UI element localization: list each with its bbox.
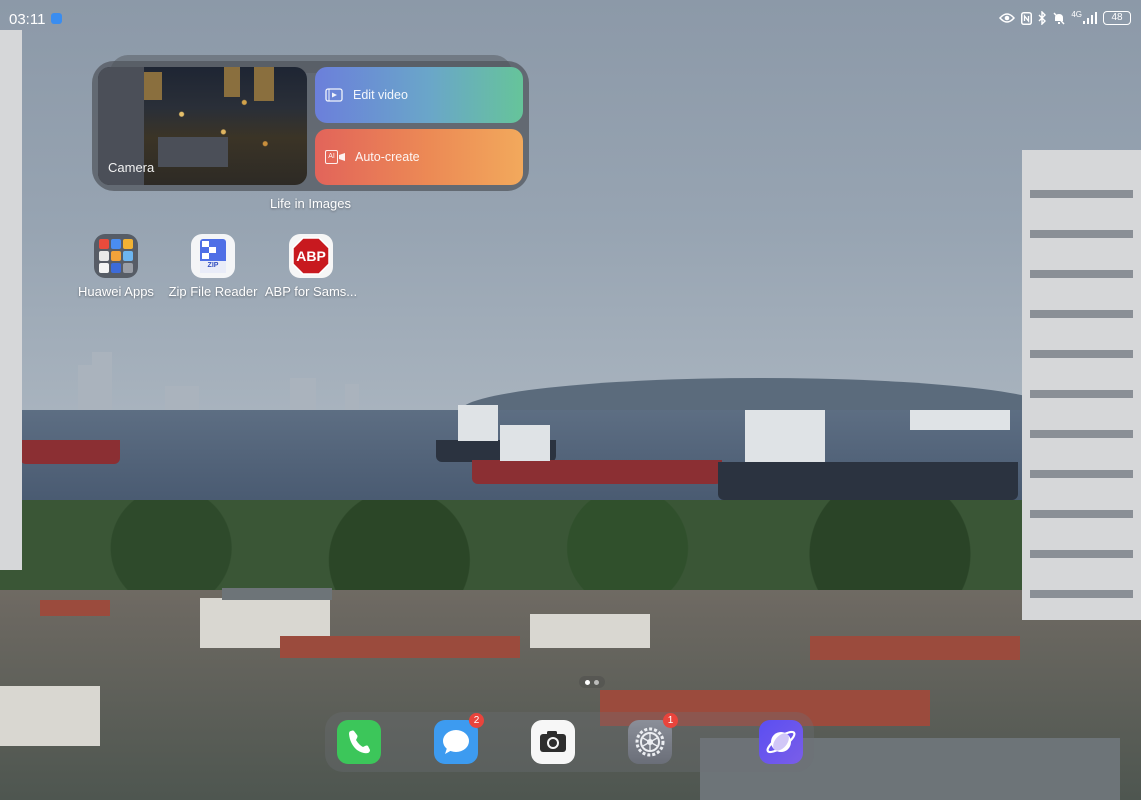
signal-icon [1083,12,1097,24]
zip-file-icon: ZIP [191,234,235,278]
dock-messages[interactable]: 2 [434,713,484,764]
ai-badge-text: AI [325,150,338,164]
app-abp-for-samsung[interactable]: ABP ABP for Sams... [261,234,361,299]
dock: 2 1 [325,712,814,772]
messages-badge: 2 [469,713,484,728]
battery-level: 48 [1111,12,1123,23]
zip-icon-text: ZIP [207,262,219,269]
roof [40,600,110,616]
settings-badge: 1 [663,713,678,728]
life-in-images-widget[interactable]: Camera Edit video AI Auto-create [92,61,529,191]
battery-indicator: 48 [1103,11,1131,25]
distant-building [165,386,199,410]
edit-video-button[interactable]: Edit video [315,67,523,123]
house [530,614,650,648]
nfc-icon [1021,11,1033,25]
auto-create-label: Auto-create [355,150,420,164]
page-dot [594,679,599,685]
house [0,686,100,746]
bluetooth-icon [1038,11,1047,25]
ship [472,460,722,484]
video-edit-icon [325,88,343,102]
tower-building-right [1022,150,1141,620]
distant-building [345,384,359,410]
dock-settings[interactable]: 1 [628,713,678,764]
widget-caption: Life in Images [270,196,351,211]
roof [810,636,1020,660]
app-label: Zip File Reader [168,284,258,299]
abp-icon-text: ABP [296,248,326,264]
distant-building [290,378,316,410]
dock-camera[interactable] [531,720,575,764]
dock-browser[interactable] [759,720,803,764]
clock: 03:11 [9,11,46,28]
phone-icon [349,730,370,754]
page-indicator[interactable] [579,676,605,688]
ship-bridge [910,410,1010,430]
network-type-label: 4G [1071,9,1082,19]
night-building [254,67,274,101]
roof [222,588,332,600]
night-building [224,67,240,97]
status-bar: 03:11 4G 48 [0,0,1141,36]
app-label: ABP for Sams... [264,284,358,299]
night-building [158,137,228,167]
camera-label: Camera [108,160,155,175]
roof [280,636,520,658]
distant-building [92,352,112,410]
ai-camera-icon: AI [325,150,345,164]
ship-bridge [458,405,498,441]
message-notification-icon [51,13,62,24]
folder-icon [94,234,138,278]
app-label: Huawei Apps [78,284,154,299]
ship-bridge [500,425,550,461]
dock-phone[interactable] [337,720,381,764]
ship [20,440,120,464]
app-zip-file-reader[interactable]: ZIP Zip File Reader [163,234,263,299]
night-building [144,72,162,100]
auto-create-button[interactable]: AI Auto-create [315,129,523,185]
system-icons: 4G 48 [999,9,1131,27]
camera-tile[interactable]: Camera [98,67,307,185]
tower-building-left [0,30,22,570]
mute-bell-icon [1053,12,1065,24]
edit-video-label: Edit video [353,88,408,102]
ship [718,462,1018,500]
eye-comfort-icon [999,13,1016,23]
page-dot-active [585,679,590,685]
app-huawei-apps-folder[interactable]: Huawei Apps [66,234,166,299]
ship-bridge [745,410,825,462]
abp-stop-sign-icon: ABP [289,234,333,278]
browser-planet-icon [766,730,796,754]
camera-icon [540,731,566,752]
